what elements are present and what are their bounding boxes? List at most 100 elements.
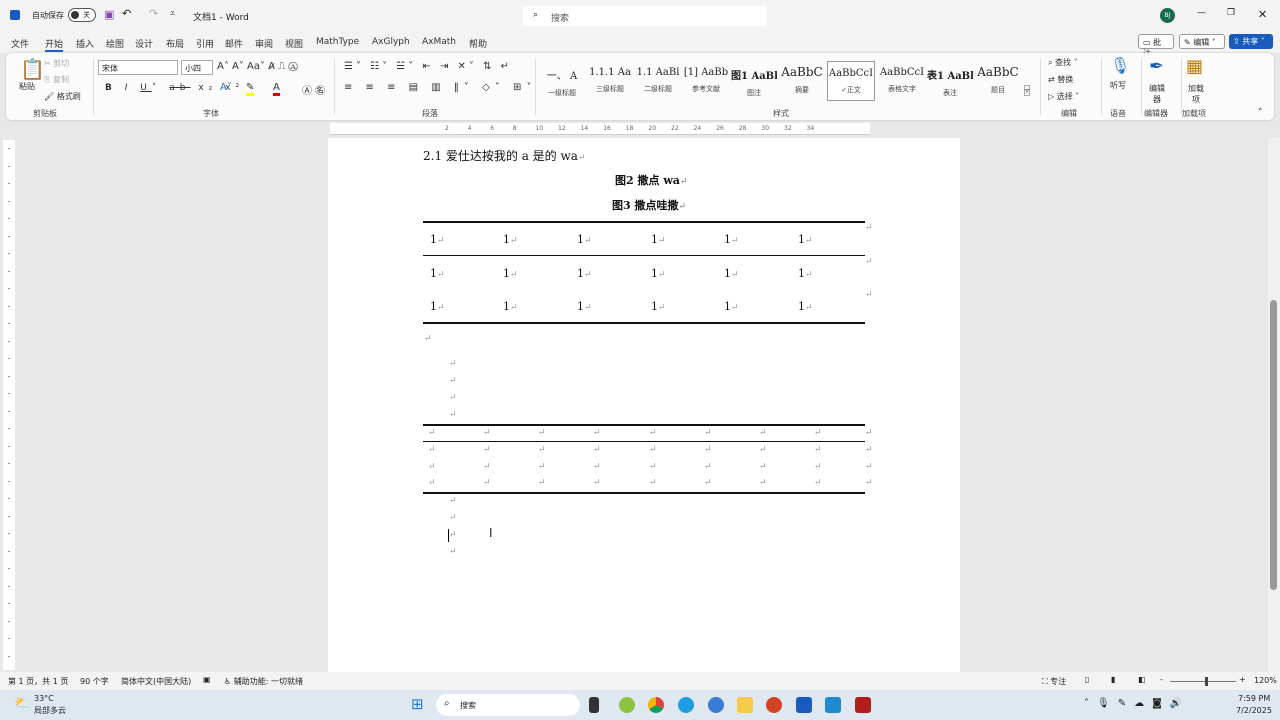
table-cell[interactable]: 1↵ — [798, 300, 813, 313]
language[interactable]: 简体中文(中国大陆) — [121, 676, 191, 687]
table-cell[interactable]: 1↵ — [577, 233, 592, 246]
table2-cell-mark[interactable]: ↵ — [649, 462, 657, 472]
web-layout-icon[interactable]: ◧ — [1138, 675, 1146, 684]
table-caption[interactable]: 图3 撒点哇撒↵ — [612, 197, 686, 213]
table2-cell-mark[interactable]: ↵ — [814, 478, 822, 488]
zoom-out-button[interactable]: - — [1160, 675, 1163, 684]
style-item[interactable]: AaBbCcI 表格文字 — [879, 61, 925, 101]
print-layout-icon[interactable]: ▮ — [1111, 675, 1115, 684]
search-box[interactable]: ⌕ 搜索 — [523, 6, 767, 26]
style-item[interactable]: 图1 AaBl 图注 — [731, 61, 777, 101]
font-size-select[interactable]: 小四 — [181, 60, 213, 75]
tab-help[interactable]: 帮助 — [469, 37, 487, 50]
document-page[interactable] — [328, 138, 960, 672]
tab-mailings[interactable]: 邮件 — [225, 37, 243, 50]
table2-cell-mark[interactable]: ↵ — [649, 445, 657, 455]
table-cell[interactable]: 1↵ — [724, 267, 739, 280]
autosave-toggle[interactable]: 关 — [68, 8, 96, 22]
format-painter-button[interactable]: 🖌 格式刷 — [44, 91, 81, 102]
table2-cell-mark[interactable]: ↵ — [428, 428, 436, 438]
close-button[interactable]: ✕ — [1258, 8, 1267, 21]
table-cell[interactable]: 1↵ — [651, 267, 666, 280]
table2-cell-mark[interactable]: ↵ — [759, 428, 767, 438]
table-cell[interactable]: 1↵ — [577, 267, 592, 280]
table2-cell-mark[interactable]: ↵ — [704, 462, 712, 472]
paste-icon[interactable]: 📋 — [20, 57, 45, 81]
scrollbar-thumb[interactable] — [1270, 300, 1277, 590]
clock-time[interactable]: 7:59 PM — [1238, 694, 1270, 703]
paragraph-mark[interactable]: ↵ — [449, 530, 457, 540]
table2-cell-mark[interactable]: ↵ — [593, 445, 601, 455]
char-shading-icon[interactable]: Ⓐ ㊔ — [302, 82, 325, 97]
table2-cell-mark[interactable]: ↵ — [483, 478, 491, 488]
comment-button[interactable]: ▭ 批注 — [1138, 34, 1174, 58]
figure-caption[interactable]: 图2 撒点 wa↵ — [615, 172, 687, 188]
undo-icon[interactable]: ↶ — [122, 7, 131, 20]
vertical-ruler[interactable] — [3, 140, 15, 670]
table2-cell-mark[interactable]: ↵ — [483, 428, 491, 438]
paragraph-mark[interactable]: ↵ — [449, 547, 457, 557]
paragraph-mark[interactable]: ↵ — [449, 496, 457, 506]
table-cell[interactable]: 1↵ — [724, 233, 739, 246]
table2-cell-mark[interactable]: ↵ — [428, 462, 436, 472]
tab-file[interactable]: 文件 — [11, 37, 29, 50]
tab-draw[interactable]: 绘图 — [106, 37, 124, 50]
edit-mode-button[interactable]: ✎ 编辑 ˅ — [1179, 34, 1225, 49]
table2-cell-mark[interactable]: ↵ — [649, 478, 657, 488]
font-color-icon[interactable]: A — [273, 82, 280, 96]
accessibility-status[interactable]: ♿ 辅助功能: 一切就绪 — [224, 676, 303, 687]
select-button[interactable]: ▷ 选择 ˅ — [1048, 91, 1079, 102]
style-item[interactable]: AaBbC 题目 — [975, 61, 1021, 101]
style-item[interactable]: 一、 A 一级标题 — [539, 61, 585, 101]
table2-cell-mark[interactable]: ↵ — [759, 462, 767, 472]
addins-icon[interactable]: ▦ — [1186, 56, 1203, 77]
redo-icon[interactable]: ↷ — [149, 7, 158, 20]
grow-font-icon[interactable]: A˄ A˅ Aa˅ A̷ ⎍ Ⓐ — [217, 61, 298, 72]
table2-cell-mark[interactable]: ↵ — [759, 478, 767, 488]
highlight-icon[interactable]: ✎ — [246, 82, 255, 96]
style-item[interactable]: 表1 AaBl 表注 — [927, 61, 973, 101]
table2-cell-mark[interactable]: ↵ — [814, 462, 822, 472]
tab-insert[interactable]: 插入 — [76, 37, 94, 50]
table2-cell-mark[interactable]: ↵ — [538, 478, 546, 488]
table2-cell-mark[interactable]: ↵ — [865, 428, 873, 438]
table2-cell-mark[interactable]: ↵ — [865, 445, 873, 455]
powerpoint-icon[interactable] — [766, 697, 782, 713]
table2-cell-mark[interactable]: ↵ — [593, 462, 601, 472]
dictate-button[interactable]: 听写 — [1110, 80, 1126, 91]
tab-review[interactable]: 审阅 — [255, 37, 273, 50]
paragraph-mark[interactable]: ↵ — [449, 376, 457, 386]
replace-button[interactable]: ⇄ 替换 — [1048, 74, 1073, 85]
tab-references[interactable]: 引用 — [196, 37, 214, 50]
copy-button[interactable]: ⎘ 复制 — [44, 74, 69, 85]
table2-cell-mark[interactable]: ↵ — [865, 462, 873, 472]
word-icon[interactable] — [796, 697, 812, 713]
table-cell[interactable]: 1↵ — [651, 233, 666, 246]
heading[interactable]: 2.1 爱仕达按我的 a 是的 wa↵ — [423, 147, 585, 164]
paragraph-mark[interactable]: ↵ — [449, 513, 457, 523]
tab-design[interactable]: 设计 — [135, 37, 153, 50]
customize-qat-icon[interactable]: ⩡ — [170, 9, 175, 19]
table2-cell-mark[interactable]: ↵ — [865, 478, 873, 488]
zoom-level[interactable]: 120% — [1254, 676, 1277, 685]
folder-icon[interactable] — [737, 697, 753, 713]
paste-button[interactable]: 粘贴 — [19, 81, 35, 92]
focus-button[interactable]: ⛶ 专注 — [1042, 676, 1066, 687]
table2-cell-mark[interactable]: ↵ — [814, 445, 822, 455]
editor-button[interactable]: 编辑器 — [1149, 83, 1165, 105]
table-cell[interactable]: 1↵ — [503, 300, 518, 313]
style-item[interactable]: 1.1 AaBl 二级标题 — [635, 61, 681, 101]
paragraph-mark[interactable]: ↵ — [449, 410, 457, 420]
horizontal-ruler[interactable]: 2 4 6 8 10 12 14 16 18 20 22 24 26 28 30 32 34 — [330, 123, 870, 135]
table2-cell-mark[interactable]: ↵ — [759, 445, 767, 455]
weather-icon[interactable]: ⛅ — [14, 696, 30, 711]
avatar[interactable]: BJ — [1160, 8, 1175, 23]
paragraph-mark[interactable]: ↵ — [449, 393, 457, 403]
list-icons[interactable]: ☰˅ ☷˅ ☱˅ ⇤ ⇥ ✕˅ ⇅ ↵ — [344, 61, 512, 72]
tab-view[interactable]: 视图 — [285, 37, 303, 50]
table2-cell-mark[interactable]: ↵ — [538, 428, 546, 438]
zoom-slider[interactable] — [1170, 677, 1236, 686]
read-mode-icon[interactable]: ▯ — [1085, 675, 1089, 684]
editor-icon[interactable]: ✒ — [1149, 56, 1164, 77]
table2-cell-mark[interactable]: ↵ — [428, 445, 436, 455]
